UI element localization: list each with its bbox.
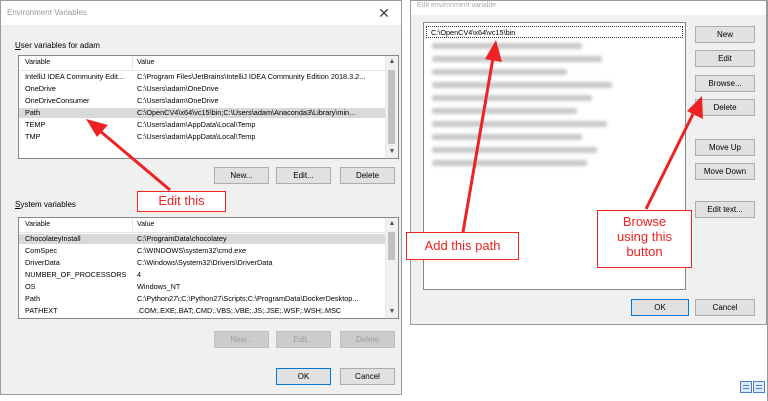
arrowhead-browse-button [687, 96, 703, 119]
arrow-to-browse-button [644, 113, 695, 210]
window-icon[interactable] [740, 381, 752, 393]
arrow-to-path-row [99, 129, 171, 192]
arrow-to-path-entry [461, 57, 495, 233]
window-icon[interactable] [753, 381, 765, 393]
arrowhead-path-entry [485, 40, 502, 62]
annotation-arrows [86, 40, 703, 233]
